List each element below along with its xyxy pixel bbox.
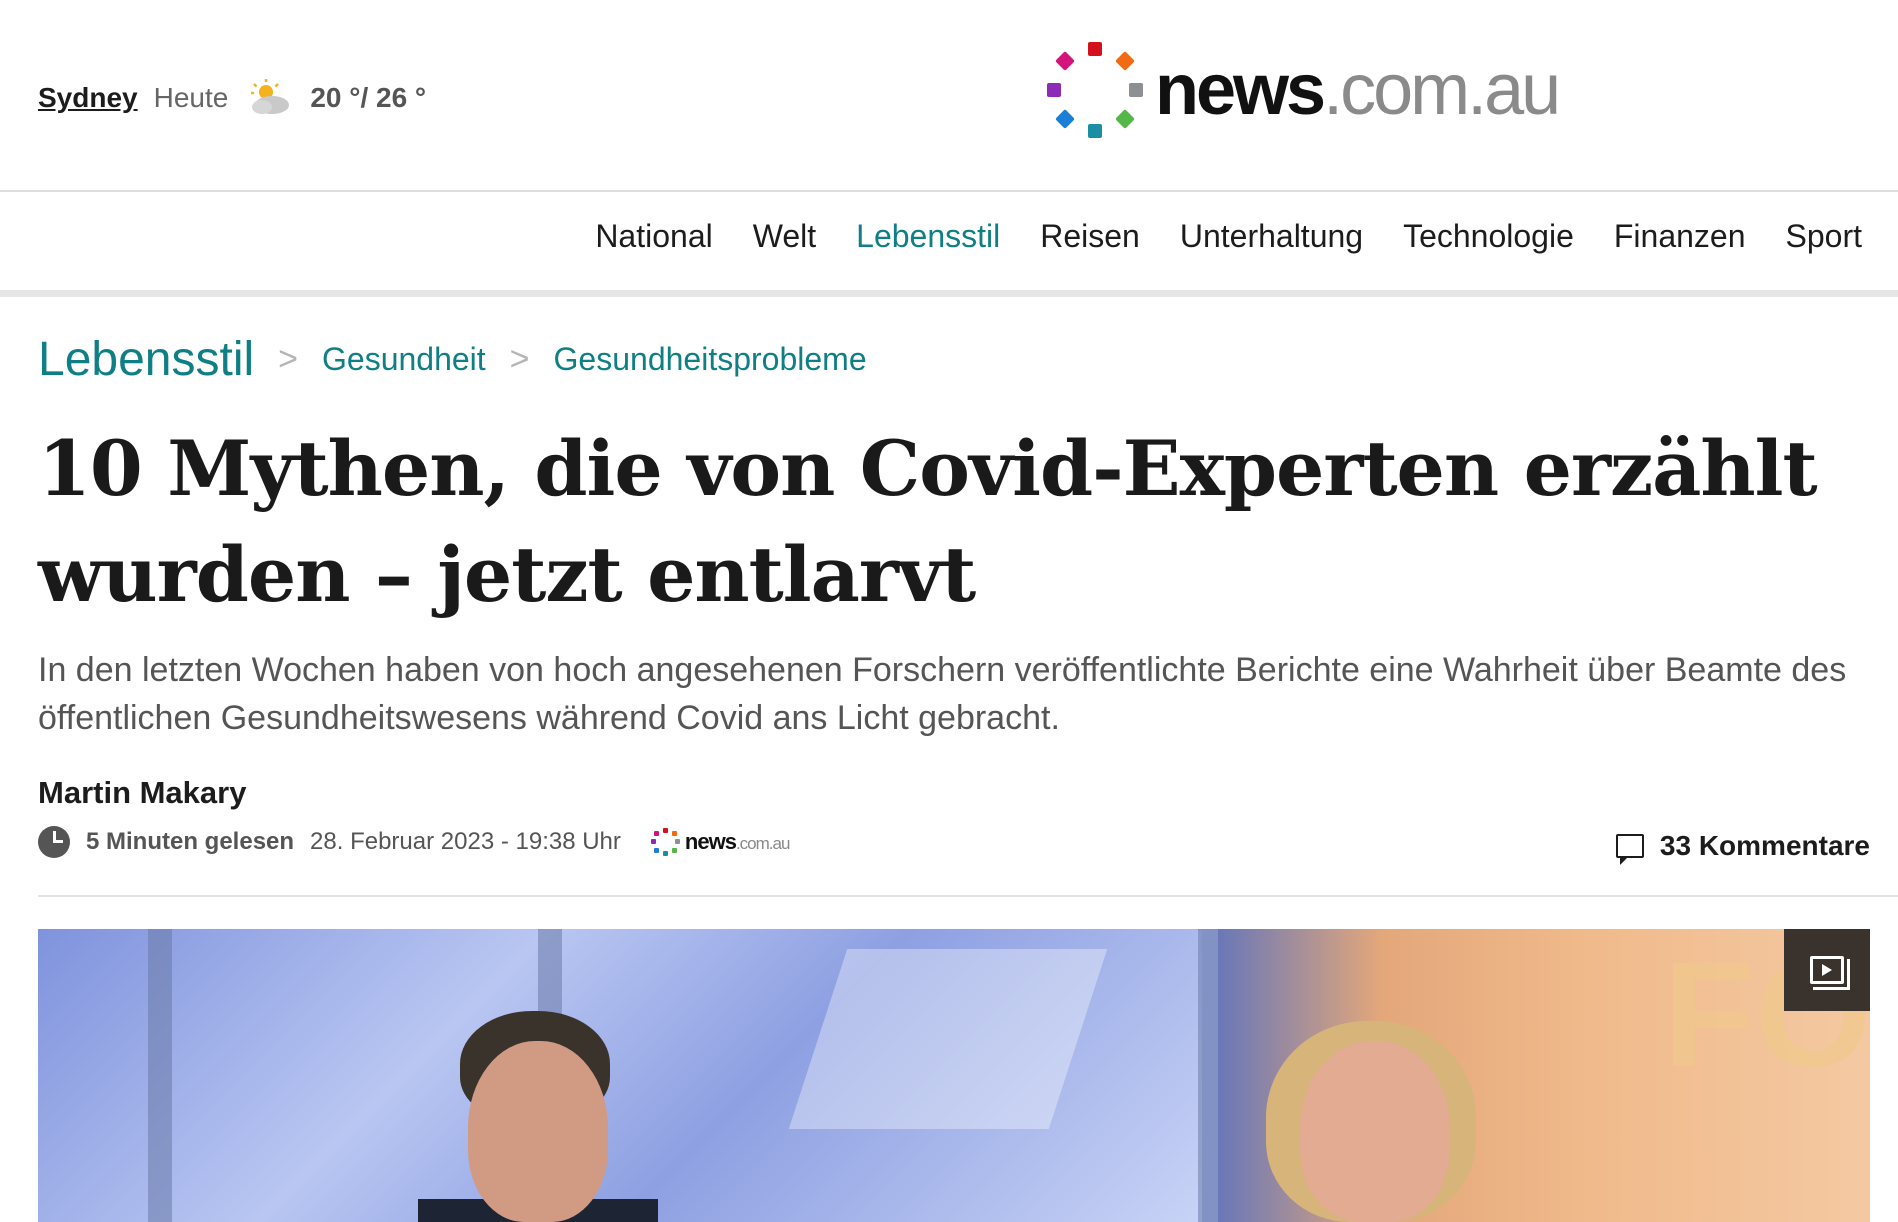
site-header: Sydney Heute 20 °/ 26 ° news.com.au [0, 0, 1898, 190]
breadcrumb-gesundheitsprobleme[interactable]: Gesundheitsprobleme [554, 341, 867, 378]
video-gallery-button[interactable] [1784, 929, 1870, 1011]
logo-dots-icon [650, 827, 681, 857]
partly-cloudy-icon [248, 78, 292, 118]
article-meta: 5 Minuten gelesen 28. Februar 2023 - 19:… [38, 826, 790, 858]
comments-count: 33 Kommentare [1659, 830, 1870, 861]
nav-item-technologie[interactable]: Technologie [1403, 218, 1574, 255]
breadcrumb-gesundheit[interactable]: Gesundheit [322, 341, 486, 378]
nav-item-unterhaltung[interactable]: Unterhaltung [1180, 218, 1363, 255]
main-nav: National Welt Lebensstil Reisen Unterhal… [595, 218, 1862, 255]
logo-wordmark: news.com.au [1155, 50, 1561, 130]
comments-link[interactable]: 33 Kommentare [1615, 830, 1870, 865]
nav-item-sport[interactable]: Sport [1786, 218, 1862, 255]
article-standfirst: In den letzten Wochen haben von hoch ang… [38, 651, 1847, 737]
author-name[interactable]: Martin Makary [38, 775, 246, 811]
weather-widget: Sydney Heute 20 °/ 26 ° [38, 78, 426, 118]
meta-divider [38, 895, 1898, 897]
publish-date: 28. Februar 2023 - 19:38 Uhr [310, 828, 621, 855]
breadcrumb: Lebensstil > Gesundheit > Gesundheitspro… [38, 332, 867, 387]
nav-item-national[interactable]: National [595, 218, 712, 255]
article-headline: 10 Mythen, die von Covid-Experten erzähl… [38, 424, 1818, 619]
header-divider [0, 190, 1898, 192]
video-gallery-icon [1810, 956, 1850, 990]
source-logo: news.com.au [650, 827, 790, 857]
site-logo[interactable]: news.com.au [1045, 40, 1561, 140]
weather-temperature: 20 °/ 26 ° [310, 82, 427, 113]
nav-divider [0, 290, 1898, 297]
chevron-right-icon: > [509, 340, 530, 378]
nav-item-welt[interactable]: Welt [753, 218, 816, 255]
weather-city-link[interactable]: Sydney [38, 82, 138, 114]
clock-icon [38, 826, 70, 858]
logo-dots-icon [1045, 40, 1145, 140]
chevron-right-icon: > [278, 340, 298, 378]
comment-icon [1615, 834, 1644, 865]
read-time: 5 Minuten gelesen [86, 828, 295, 855]
article-video[interactable]: FO [38, 929, 1870, 1222]
nav-item-reisen[interactable]: Reisen [1040, 218, 1140, 255]
nav-item-finanzen[interactable]: Finanzen [1614, 218, 1746, 255]
breadcrumb-section[interactable]: Lebensstil [38, 332, 254, 387]
weather-day: Heute [153, 82, 229, 113]
nav-item-lebensstil[interactable]: Lebensstil [856, 218, 1000, 255]
